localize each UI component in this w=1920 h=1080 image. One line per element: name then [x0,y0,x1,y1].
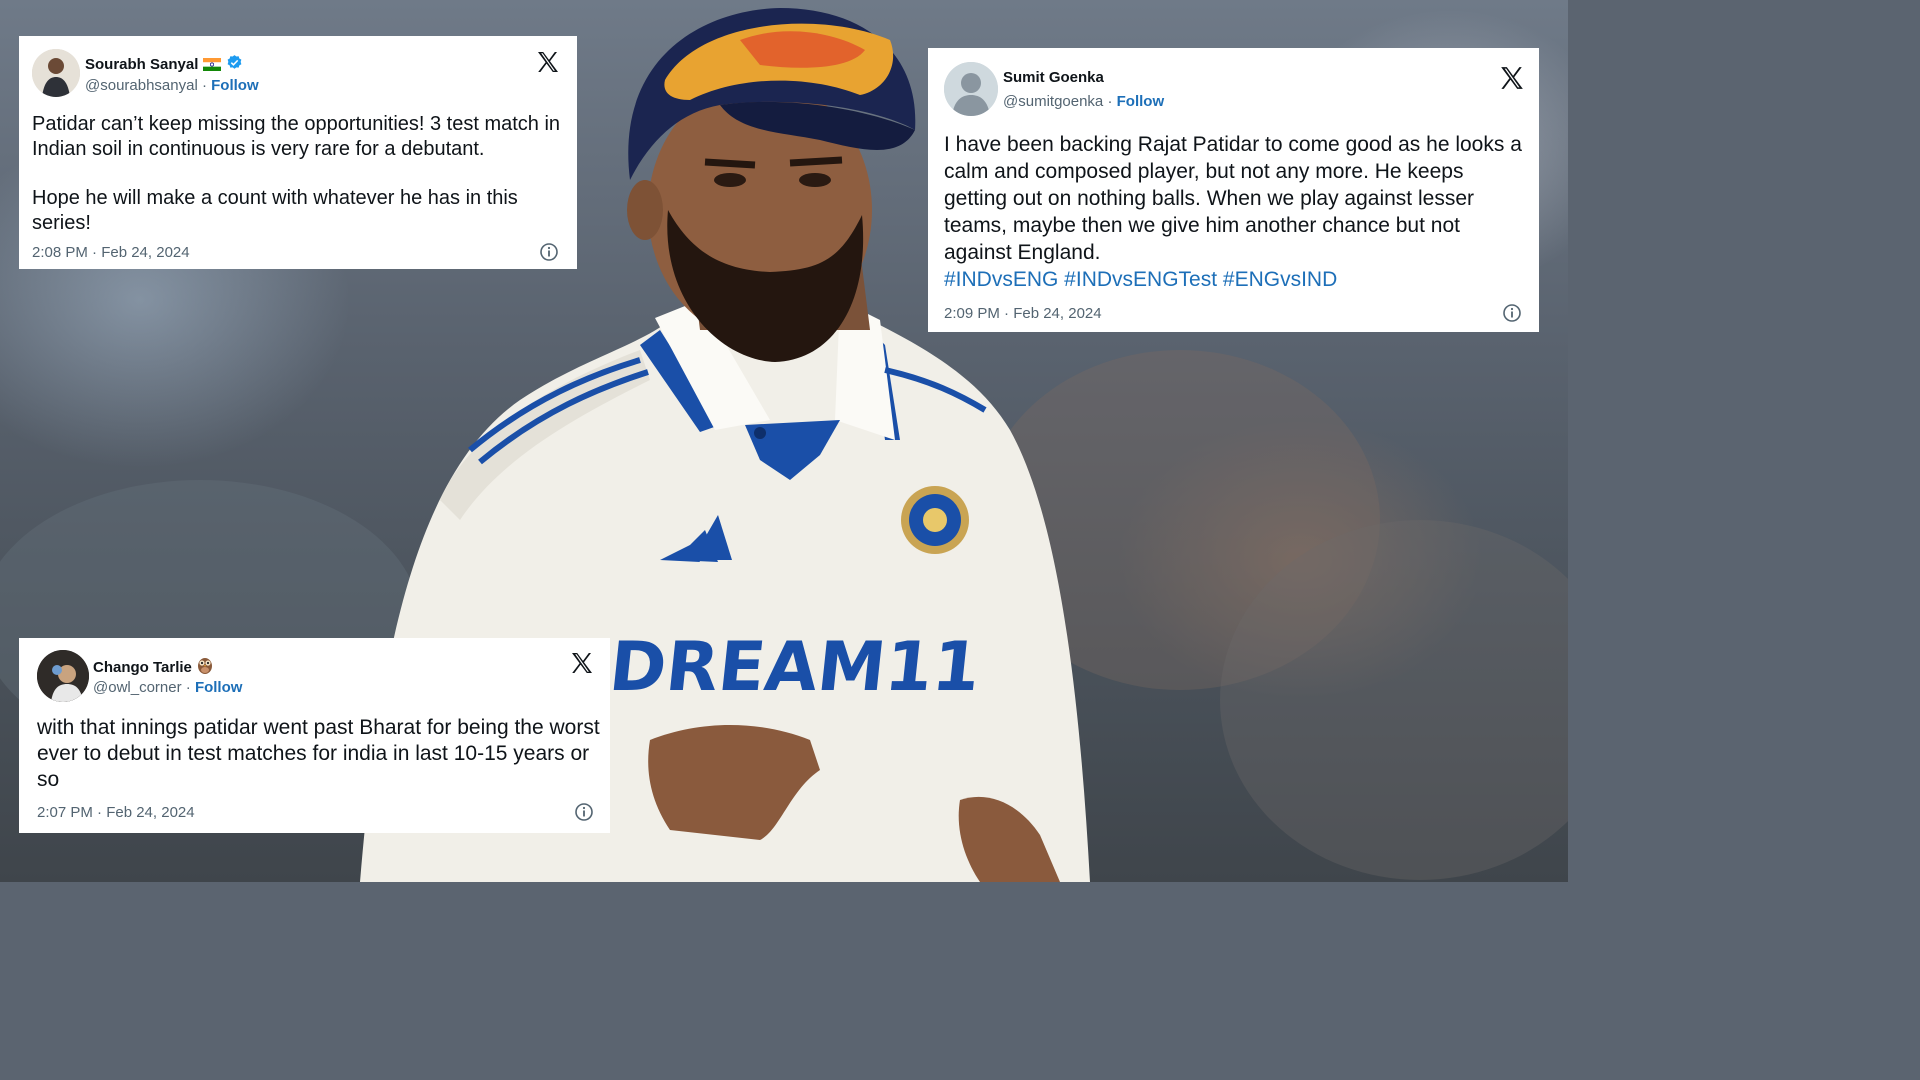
author-handle[interactable]: @sourabhsanyal [85,77,198,94]
info-icon[interactable] [539,242,559,262]
info-icon[interactable] [574,802,594,822]
author-name[interactable]: Chango Tarlie [93,656,213,678]
flag-india-icon [203,58,222,71]
tweet-timestamp[interactable]: 2:08 PM · Feb 24, 2024 [32,244,190,261]
avatar[interactable] [944,62,998,116]
author-handle-line: @sourabhsanyal · Follow [85,77,259,94]
tweet-timestamp[interactable]: 2:07 PM · Feb 24, 2024 [37,804,195,821]
author-handle[interactable]: @owl_corner [93,679,182,696]
tweet-card-sumit: Sumit Goenka @sumitgoenka · Follow I hav… [928,48,1539,332]
tweet-card-chango: Chango Tarlie @owl_corner · Follow with … [19,638,610,833]
hashtag-links[interactable]: #INDvsENG #INDvsENGTest #ENGvsIND [944,266,1529,293]
follow-button[interactable]: Follow [195,679,243,696]
author-name[interactable]: Sourabh Sanyal [85,54,243,75]
tweet-card-sourabh: Sourabh Sanyal @sourabhsanyal · Follow P… [19,36,577,269]
author-handle[interactable]: @sumitgoenka [1003,93,1103,110]
author-name[interactable]: Sumit Goenka [1003,69,1104,86]
jersey-sponsor-text: DREAM11 [606,628,984,707]
follow-button[interactable]: Follow [1117,93,1165,110]
follow-button[interactable]: Follow [211,77,259,94]
avatar[interactable] [37,650,89,702]
info-icon[interactable] [1502,303,1522,323]
verified-badge-icon [226,54,243,75]
author-handle-line: @sumitgoenka · Follow [1003,93,1165,110]
x-logo-icon[interactable] [570,651,594,675]
x-logo-icon[interactable] [1499,65,1525,91]
tweet-timestamp[interactable]: 2:09 PM · Feb 24, 2024 [944,305,1102,322]
tweet-text: Patidar can’t keep missing the opportuni… [32,113,561,234]
owl-icon [197,656,213,678]
avatar[interactable] [32,49,80,97]
tweet-text: with that innings patidar went past Bhar… [37,716,600,791]
author-handle-line: @owl_corner · Follow [93,679,243,696]
x-logo-icon[interactable] [536,50,560,74]
tweet-text: I have been backing Rajat Patidar to com… [944,131,1529,293]
